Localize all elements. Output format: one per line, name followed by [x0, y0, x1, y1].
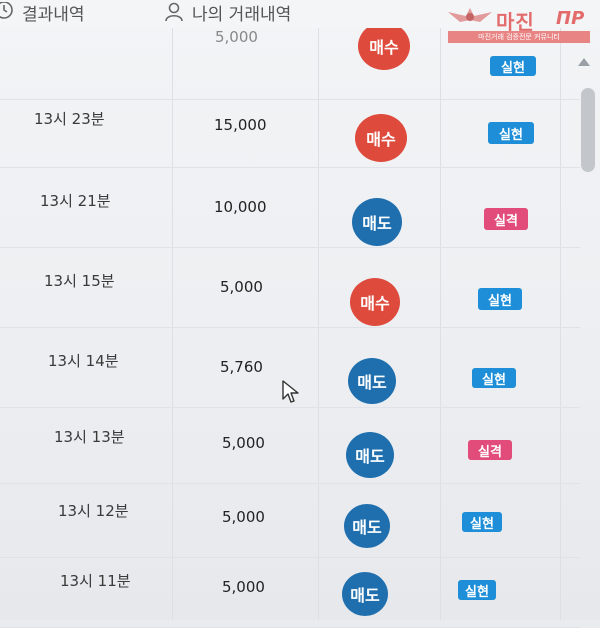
- trade-time: 13시 12분: [58, 502, 129, 520]
- tab-label: 결과내역: [22, 4, 85, 25]
- result-badge: 실현: [490, 56, 536, 76]
- result-badge-failed: 실격: [468, 440, 512, 460]
- trade-time: 13시 13분: [54, 428, 125, 446]
- result-badge-realized: 실현: [478, 288, 522, 310]
- trade-amount: 15,000: [214, 116, 267, 134]
- action-badge-buy: 매수: [355, 114, 407, 162]
- result-badge-realized: 실현: [458, 580, 496, 600]
- scroll-up-arrow[interactable]: [578, 58, 590, 66]
- trade-amount: 5,000: [222, 508, 265, 526]
- result-badge-realized: 실현: [462, 512, 502, 532]
- clock-icon: [0, 2, 13, 19]
- trade-amount: 5,000: [222, 434, 265, 452]
- eagle-emblem-icon: [448, 8, 492, 22]
- trade-amount: 5,760: [220, 358, 263, 376]
- trade-time: 13시 14분: [48, 352, 119, 370]
- result-badge-realized: 실현: [488, 122, 534, 144]
- trade-time: 13시 11분: [60, 572, 131, 590]
- result-badge-failed: 실격: [484, 208, 528, 230]
- trade-history-screen: 5,000 매수 실현 13시 23분 15,000 매수 실현 13시 21분 10,0…: [0, 0, 600, 628]
- result-badge-realized: 실현: [472, 368, 516, 388]
- trade-time: 13시 23분: [34, 110, 105, 128]
- logo-mark: ПР: [556, 8, 585, 29]
- action-badge-sell: 매도: [344, 504, 390, 548]
- action-badge-sell: 매도: [342, 572, 388, 616]
- mouse-pointer-icon: [282, 380, 299, 403]
- user-icon: [165, 2, 183, 22]
- row-divider: [0, 247, 580, 248]
- trade-time: 13시 21분: [40, 192, 111, 210]
- tab-label: 나의 거래내역: [192, 4, 292, 25]
- scrollbar-thumb[interactable]: [581, 88, 595, 172]
- action-badge-sell: 매도: [352, 198, 402, 246]
- action-badge-buy: 매수: [350, 278, 400, 326]
- logo-subtitle: 마진거래 검증전문 커뮤니티: [448, 31, 590, 43]
- trade-time: 13시 15분: [44, 272, 115, 290]
- tab-results[interactable]: 결과내역: [0, 0, 85, 25]
- action-badge-sell: 매도: [348, 358, 396, 404]
- watermark-logo: 마진 ПР 마진거래 검증전문 커뮤니티: [444, 4, 594, 43]
- trade-amount: 5,000: [220, 278, 263, 296]
- row-divider: [0, 167, 580, 168]
- trade-amount: 5,000: [222, 578, 265, 596]
- row-divider: [0, 327, 580, 328]
- action-badge-buy: 매수: [358, 22, 410, 70]
- action-badge-sell: 매도: [346, 432, 394, 478]
- tab-my-trades[interactable]: 나의 거래내역: [164, 0, 292, 25]
- trade-amount: 10,000: [214, 198, 267, 216]
- trade-amount: 5,000: [215, 28, 258, 46]
